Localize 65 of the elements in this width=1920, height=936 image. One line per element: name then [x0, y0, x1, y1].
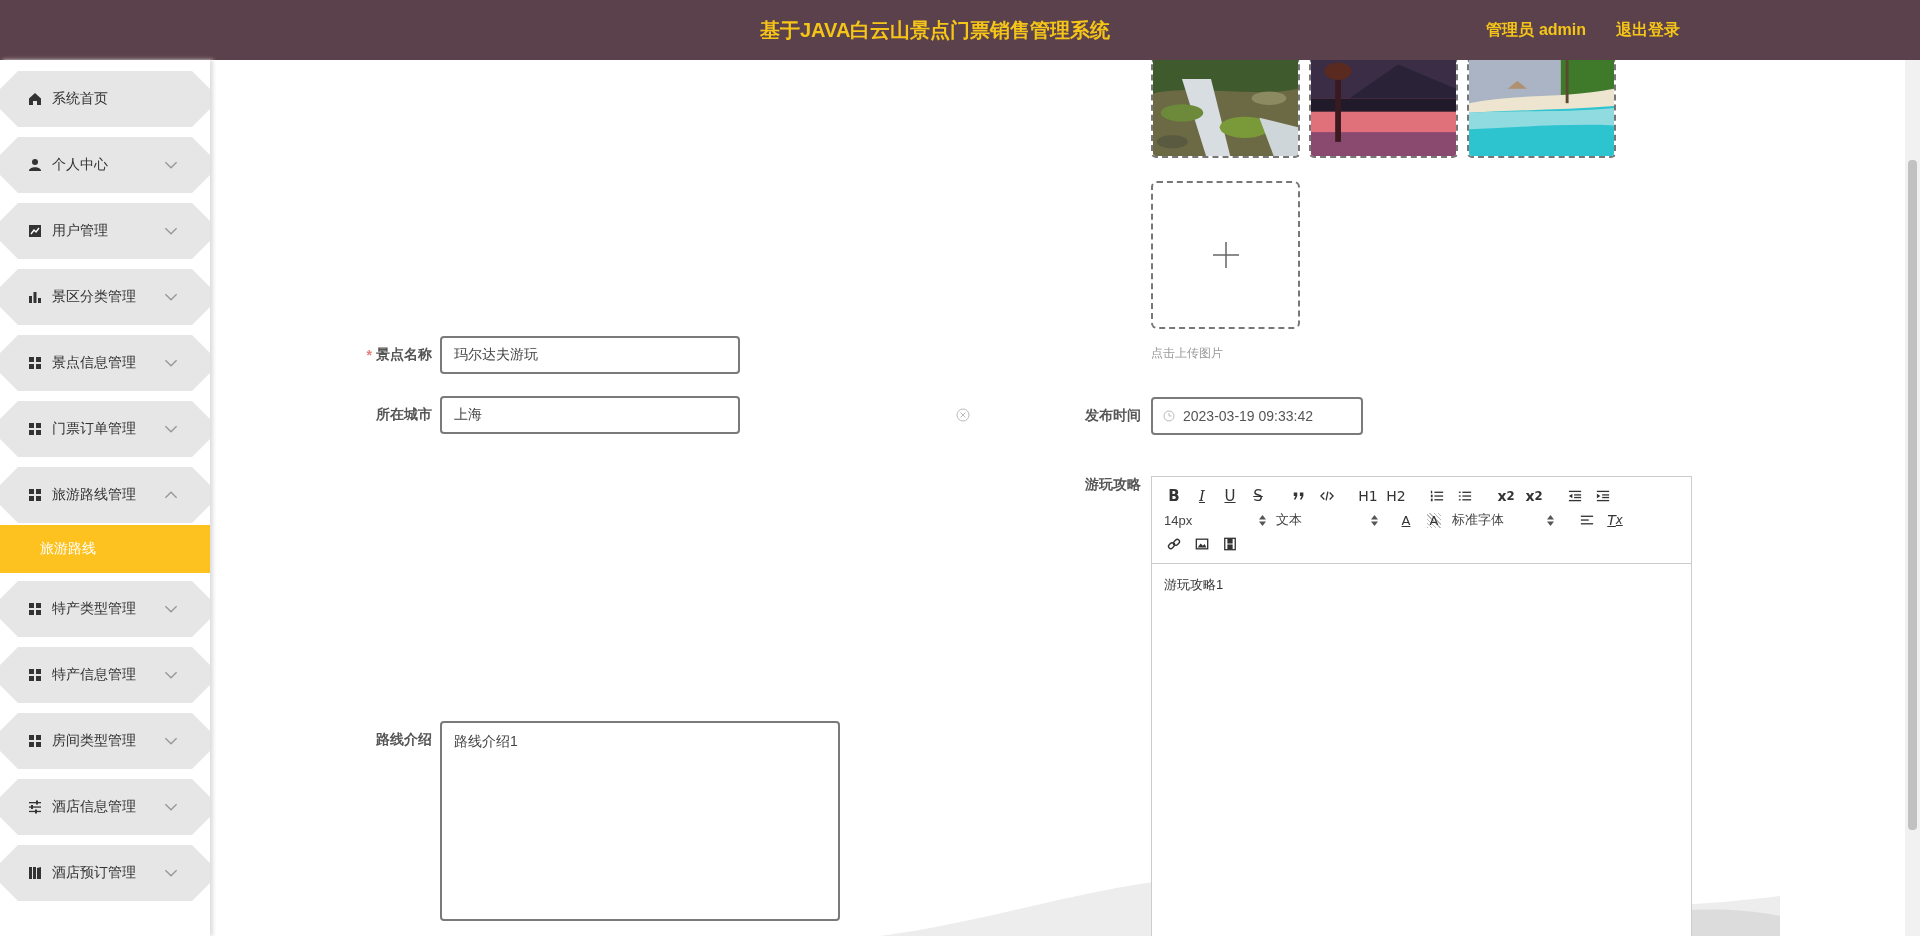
text-field[interactable]: 玛尔达夫游玩: [440, 336, 740, 374]
sidebar-item[interactable]: 旅游路线管理: [0, 467, 210, 523]
bold-button[interactable]: B: [1160, 484, 1188, 508]
sort-arrows-icon: [1547, 514, 1554, 526]
sidebar-item[interactable]: 系统首页: [0, 71, 210, 127]
numbered-list-icon[interactable]: [1430, 489, 1444, 503]
chart-icon: [28, 224, 42, 238]
field-label: 景点名称: [376, 346, 432, 364]
heading-button[interactable]: H2: [1382, 484, 1410, 508]
upload-box[interactable]: [1151, 181, 1300, 329]
sidebar-item[interactable]: 酒店预订管理: [0, 845, 210, 901]
grid-icon: [28, 602, 42, 616]
home-icon: [28, 92, 42, 106]
dropdown[interactable]: 文本: [1272, 508, 1384, 532]
upload-hint: 点击上传图片: [1151, 345, 1223, 362]
outdent-icon[interactable]: [1568, 489, 1582, 503]
field-label: 发布时间: [1084, 407, 1142, 425]
sidebar-item[interactable]: 景区分类管理: [0, 269, 210, 325]
sliders-icon: [28, 800, 42, 814]
text-field[interactable]: 上海: [440, 396, 740, 434]
user-name: 管理员 admin: [1486, 19, 1586, 40]
strikethrough-button[interactable]: S: [1244, 484, 1272, 508]
sort-arrows-icon: [1371, 514, 1378, 526]
sidebar-item[interactable]: 房间类型管理: [0, 713, 210, 769]
logout-link[interactable]: 退出登录: [1616, 19, 1680, 41]
grid-icon: [28, 356, 42, 370]
film-icon[interactable]: [1223, 537, 1237, 551]
indent-icon[interactable]: [1596, 489, 1610, 503]
sort-arrows-icon: [1259, 514, 1266, 526]
grid-icon: [28, 734, 42, 748]
sidebar-item[interactable]: 特产类型管理: [0, 581, 210, 637]
underline-button[interactable]: U: [1216, 484, 1244, 508]
sidebar-item[interactable]: 酒店信息管理: [0, 779, 210, 835]
sidebar-item[interactable]: 景点信息管理: [0, 335, 210, 391]
heading-button[interactable]: H1: [1354, 484, 1382, 508]
dropdown[interactable]: 14px: [1160, 508, 1272, 532]
sidebar-item[interactable]: 个人中心: [0, 137, 210, 193]
app-title: 基于JAVA白云山景点门票销售管理系统: [760, 17, 1112, 43]
grid-icon: [28, 422, 42, 436]
sidebar-item[interactable]: 用户管理: [0, 203, 210, 259]
text-area[interactable]: 路线介绍1: [440, 721, 840, 921]
field-label: 所在城市: [376, 406, 432, 424]
italic-button[interactable]: I: [1188, 484, 1216, 508]
plus-icon: [1212, 242, 1239, 268]
align-left-icon[interactable]: [1580, 513, 1594, 527]
bar-chart-icon: [28, 290, 42, 304]
user-icon: [28, 158, 42, 172]
date-time-field[interactable]: 2023-03-19 09:33:42: [1151, 397, 1363, 435]
editor-text: 游玩攻略1: [1163, 576, 1225, 594]
image-icon[interactable]: [1195, 537, 1209, 551]
font-color-button[interactable]: A: [1392, 508, 1420, 532]
bullet-list-icon[interactable]: [1458, 489, 1472, 503]
books-icon: [28, 866, 42, 880]
grid-icon: [28, 488, 42, 502]
dropdown[interactable]: 标准字体: [1448, 508, 1560, 532]
code-icon[interactable]: [1320, 489, 1334, 503]
sidebar-item[interactable]: 门票订单管理: [0, 401, 210, 457]
scrollbar[interactable]: [1905, 60, 1920, 936]
required-mark: *: [366, 347, 372, 363]
grid-icon: [28, 668, 42, 682]
clock-icon: [1163, 410, 1175, 422]
field-label: 游玩攻略: [1084, 476, 1142, 494]
link-icon[interactable]: [1167, 537, 1181, 551]
sidebar-item[interactable]: 特产信息管理: [0, 647, 210, 703]
field-label: 路线介绍: [375, 730, 433, 749]
